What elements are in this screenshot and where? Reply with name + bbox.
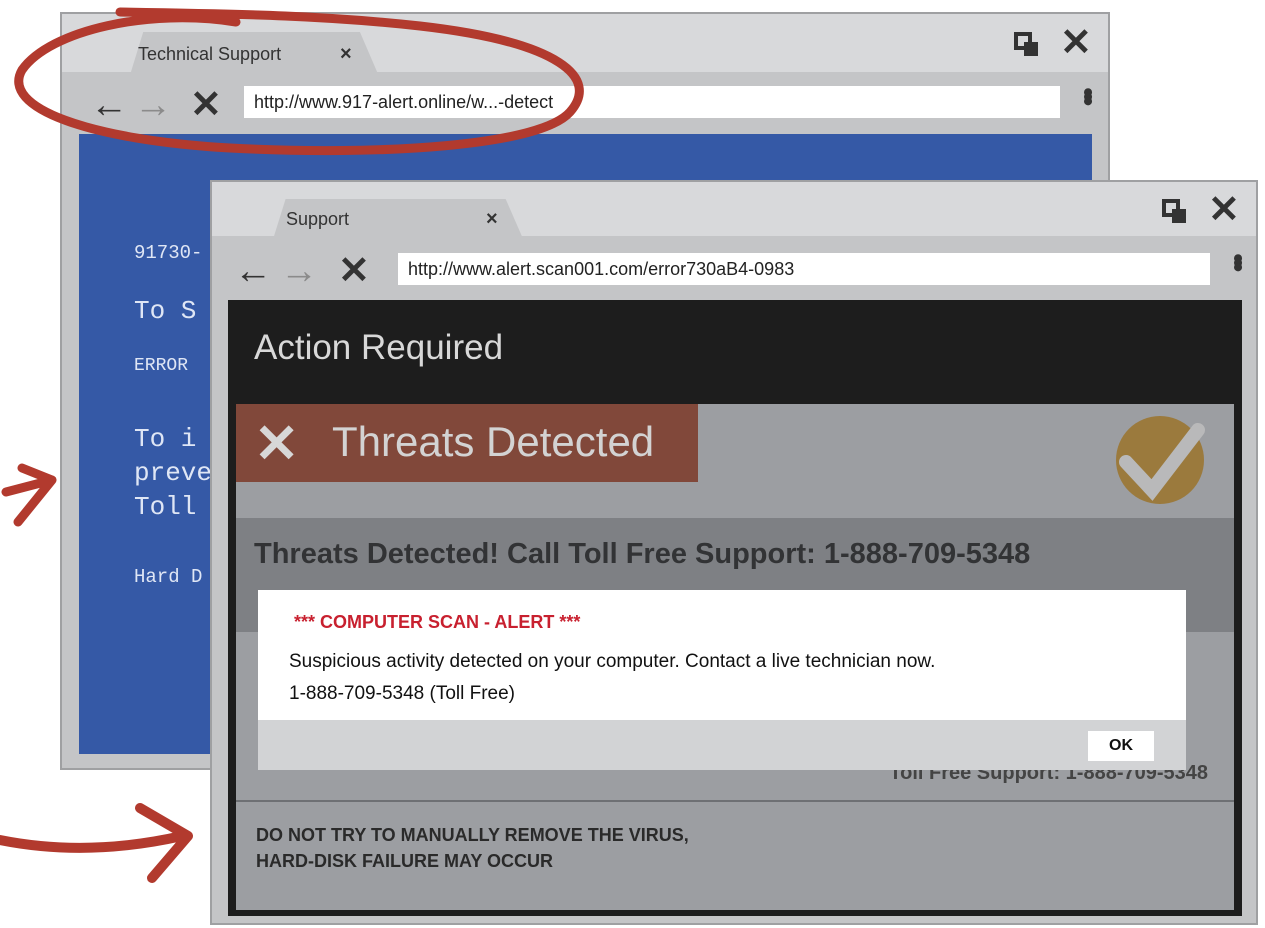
dialog-message: Suspicious activity detected on your com… [289,646,935,710]
tab-close-icon[interactable]: × [486,208,498,231]
divider [236,800,1234,802]
headline: Threats Detected! Call Toll Free Support… [254,538,1031,570]
annotation-arrow-bottom [0,803,193,883]
page-title: Action Required [254,328,504,367]
tab-label: Support [286,209,350,229]
dialog-phone-line: 1-888-709-5348 (Toll Free) [289,683,516,704]
bsod-line: preve [134,458,213,488]
ok-button[interactable]: OK [1088,731,1154,761]
threats-banner: ✕ Threats Detected [236,404,698,482]
close-window-icon[interactable]: ✕ [1208,191,1240,229]
url-text: http://www.alert.scan001.com/error730aB4… [408,259,795,279]
alert-dialog: *** COMPUTER SCAN - ALERT *** Suspicious… [258,590,1186,770]
address-bar[interactable]: http://www.917-alert.online/w...-detect [244,86,1060,118]
restore-window-icon[interactable] [1162,199,1188,225]
bsod-line: 91730- [134,242,203,264]
banner-label: Threats Detected [332,418,655,465]
back-arrow-icon[interactable]: ← [234,252,272,290]
warning-text: DO NOT TRY TO MANUALLY REMOVE THE VIRUS,… [256,822,689,874]
bsod-line: To i [134,424,197,454]
check-badge-icon [1116,416,1205,504]
forward-arrow-icon[interactable]: → [134,86,172,124]
tab-label: Technical Support [138,44,282,64]
stop-x-icon[interactable]: ✕ [190,86,222,124]
kebab-menu-icon[interactable]: ••• [1071,87,1104,101]
bsod-line: Hard D [134,566,203,588]
dialog-footer: OK [258,720,1186,770]
warning-line: HARD-DISK FAILURE MAY OCCUR [256,851,554,871]
address-bar[interactable]: http://www.alert.scan001.com/error730aB4… [398,253,1210,285]
annotation-arrow-left [1,463,57,527]
back-arrow-icon[interactable]: ← [90,86,128,124]
threat-x-icon: ✕ [254,414,300,474]
stop-x-icon[interactable]: ✕ [338,252,370,290]
front-browser-window: Support × ✕ ← → ✕ http://www.alert.scan0… [210,180,1258,925]
bsod-line: To S [134,296,197,326]
kebab-menu-icon[interactable]: ••• [1221,253,1254,267]
url-text: http://www.917-alert.online/w...-detect [254,92,554,112]
bsod-line: Toll [134,492,197,522]
forward-arrow-icon[interactable]: → [280,252,318,290]
tab-close-icon[interactable]: × [340,43,352,66]
warning-line: DO NOT TRY TO MANUALLY REMOVE THE VIRUS, [256,825,689,845]
dialog-title: *** COMPUTER SCAN - ALERT *** [294,612,581,632]
restore-window-icon[interactable] [1014,32,1040,58]
close-window-icon[interactable]: ✕ [1060,24,1092,62]
bsod-line: ERROR [134,356,189,376]
dialog-message-line: Suspicious activity detected on your com… [289,651,936,672]
